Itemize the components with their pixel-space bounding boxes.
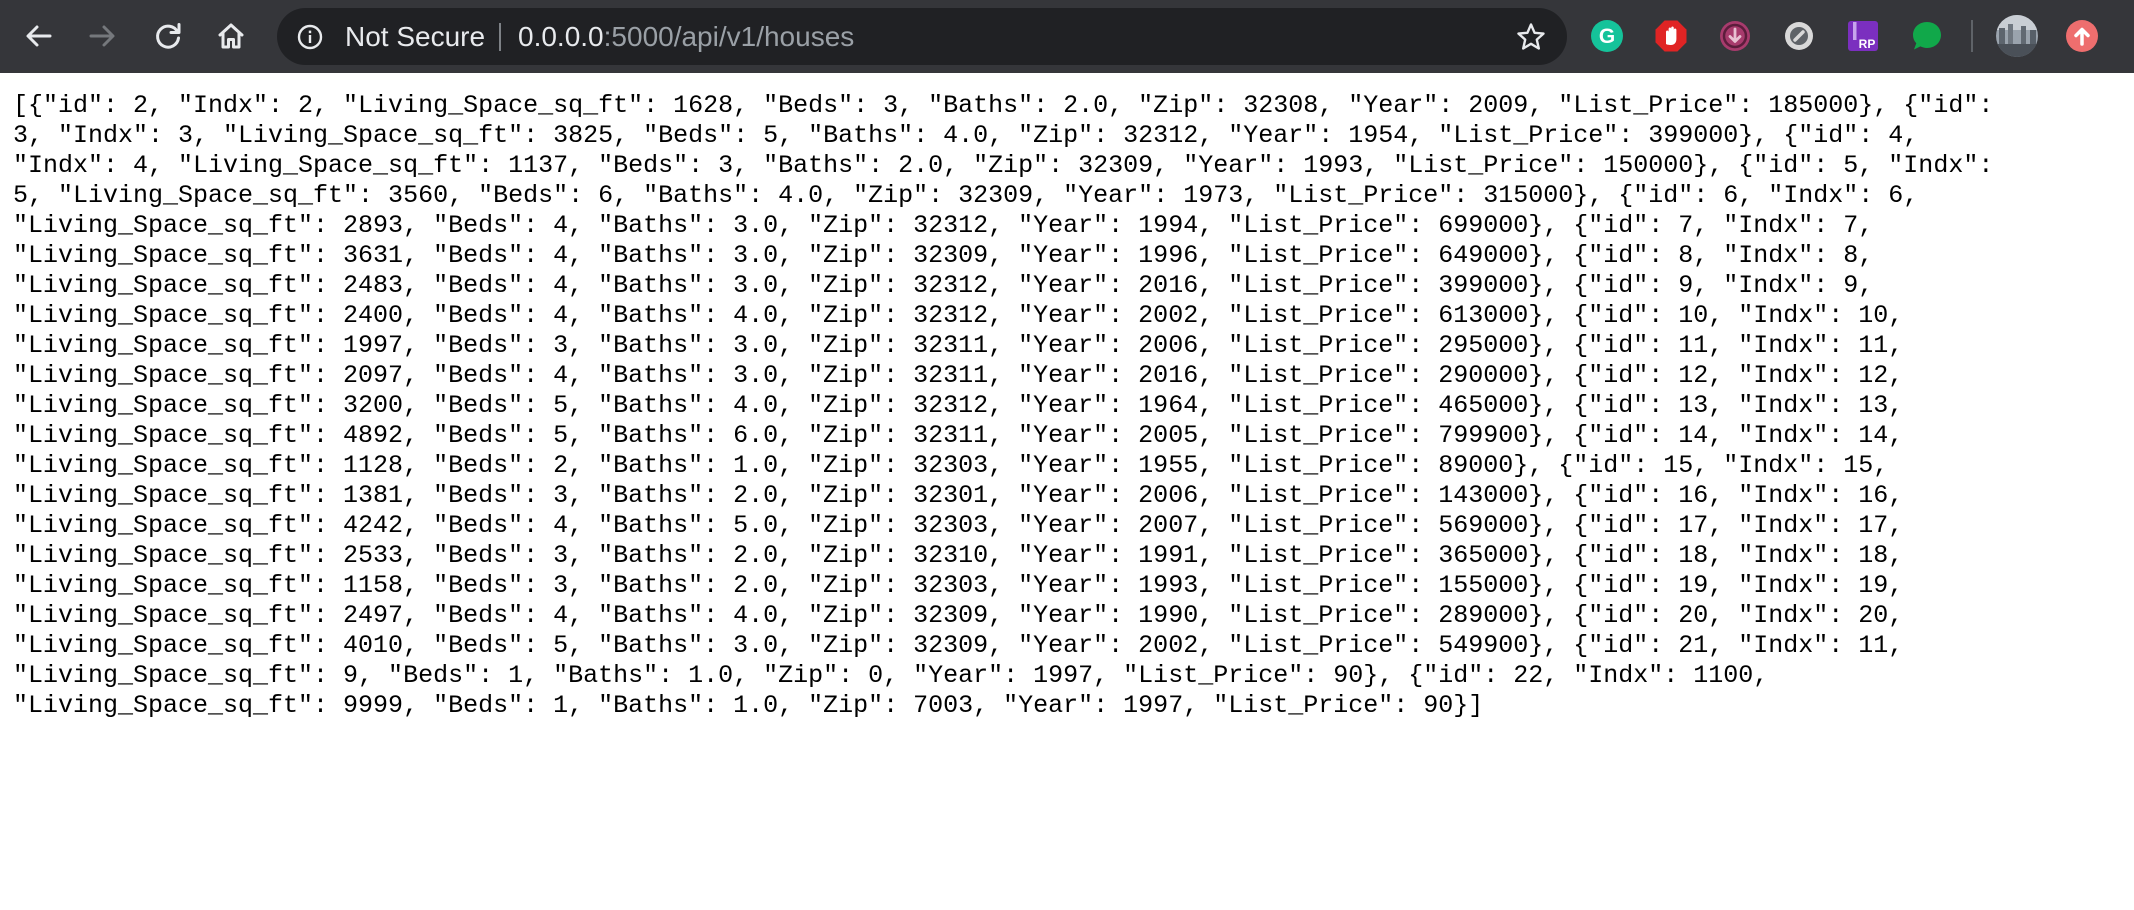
adblock-extension-icon [1655, 20, 1687, 52]
browser-toolbar: Not Secure 0.0.0.0:5000/api/v1/houses G [0, 0, 2134, 73]
json-line: 3, "Indx": 3, "Living_Space_sq_ft": 3825… [13, 121, 1919, 150]
json-line: "Living_Space_sq_ft": 3200, "Beds": 5, "… [13, 391, 1904, 420]
forward-icon [89, 25, 115, 47]
rp-extension-button[interactable]: RP [1845, 18, 1881, 54]
download-extension-icon [1720, 21, 1750, 51]
home-button[interactable] [209, 14, 253, 58]
json-line: "Living_Space_sq_ft": 2893, "Beds": 4, "… [13, 211, 1874, 240]
extensions-divider [1971, 20, 1973, 52]
json-line: "Living_Space_sq_ft": 1158, "Beds": 3, "… [13, 571, 1904, 600]
chrome-update-button[interactable] [2064, 18, 2100, 54]
url-text[interactable]: 0.0.0.0:5000/api/v1/houses [518, 8, 854, 65]
security-status-label[interactable]: Not Secure [345, 8, 485, 65]
download-extension-button[interactable] [1717, 18, 1753, 54]
json-line: "Living_Space_sq_ft": 4010, "Beds": 5, "… [13, 631, 1904, 660]
json-response-body: [{"id": 2, "Indx": 2, "Living_Space_sq_f… [13, 91, 2123, 721]
rp-letters: RP [1859, 37, 1876, 51]
reload-button[interactable] [146, 14, 190, 58]
json-line: "Living_Space_sq_ft": 9, "Beds": 1, "Bat… [13, 661, 1769, 690]
rp-extension-icon: RP [1848, 21, 1878, 51]
update-icon [2066, 20, 2098, 52]
info-icon[interactable] [297, 24, 323, 50]
home-icon [218, 23, 244, 49]
green-chat-extension-icon [1913, 22, 1941, 50]
json-line: "Living_Space_sq_ft": 2497, "Beds": 4, "… [13, 601, 1904, 630]
back-button[interactable] [17, 14, 61, 58]
json-line: "Living_Space_sq_ft": 2533, "Beds": 3, "… [13, 541, 1904, 570]
green-chat-extension-button[interactable] [1909, 18, 1945, 54]
address-bar-divider [499, 23, 501, 51]
json-line: "Living_Space_sq_ft": 2097, "Beds": 4, "… [13, 361, 1904, 390]
address-bar[interactable]: Not Secure 0.0.0.0:5000/api/v1/houses [277, 8, 1567, 65]
back-icon [26, 25, 52, 47]
reload-icon [156, 23, 181, 49]
profile-button[interactable] [1995, 14, 2039, 58]
json-line: "Living_Space_sq_ft": 4892, "Beds": 5, "… [13, 421, 1904, 450]
json-line: "Living_Space_sq_ft": 1128, "Beds": 2, "… [13, 451, 1889, 480]
json-line: "Living_Space_sq_ft": 2483, "Beds": 4, "… [13, 271, 1874, 300]
circle-extension-icon [1785, 22, 1813, 50]
json-line: [{"id": 2, "Indx": 2, "Living_Space_sq_f… [13, 91, 1994, 120]
grammarly-letter: G [1599, 25, 1615, 48]
grammarly-extension-icon: G [1591, 20, 1623, 52]
json-line: "Living_Space_sq_ft": 1997, "Beds": 3, "… [13, 331, 1904, 360]
json-line: "Living_Space_sq_ft": 9999, "Beds": 1, "… [13, 691, 1484, 720]
url-host: 0.0.0.0 [518, 21, 604, 52]
profile-avatar-icon [1996, 15, 2038, 57]
json-line: "Living_Space_sq_ft": 4242, "Beds": 4, "… [13, 511, 1904, 540]
adblock-extension-button[interactable] [1653, 18, 1689, 54]
url-path: :5000/api/v1/houses [603, 21, 855, 52]
grammarly-extension-button[interactable]: G [1589, 18, 1625, 54]
forward-button[interactable] [80, 14, 124, 58]
json-line: "Living_Space_sq_ft": 2400, "Beds": 4, "… [13, 301, 1904, 330]
json-line: "Living_Space_sq_ft": 1381, "Beds": 3, "… [13, 481, 1904, 510]
json-line: "Indx": 4, "Living_Space_sq_ft": 1137, "… [13, 151, 1994, 180]
json-line: "Living_Space_sq_ft": 3631, "Beds": 4, "… [13, 241, 1874, 270]
circle-extension-button[interactable] [1781, 18, 1817, 54]
json-line: 5, "Living_Space_sq_ft": 3560, "Beds": 6… [13, 181, 1919, 210]
bookmark-star-icon[interactable] [1515, 21, 1547, 53]
